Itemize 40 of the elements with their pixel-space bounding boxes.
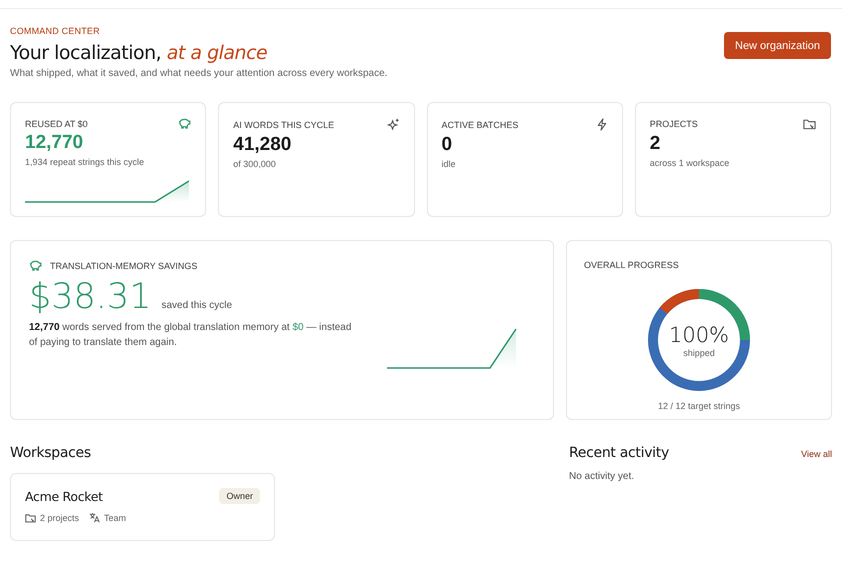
lightning-icon bbox=[596, 118, 608, 131]
folder-icon bbox=[25, 512, 36, 522]
translate-icon bbox=[89, 512, 100, 523]
stat-value: 41,280 bbox=[233, 134, 292, 156]
stat-caption: across 1 workspace bbox=[650, 158, 730, 168]
piggy-bank-icon bbox=[29, 260, 42, 271]
folder-icon bbox=[803, 118, 816, 130]
savings-description: 12,770 words served from the global translation memory at $0 — instead of paying to translate them again. bbox=[29, 321, 352, 350]
workspace-name: Acme Rocket bbox=[25, 488, 103, 504]
stat-value: 12,770 bbox=[25, 132, 84, 154]
progress-label: OVERALL PROGRESS bbox=[584, 260, 680, 270]
stat-label: AI WORDS THIS CYCLE bbox=[233, 120, 334, 130]
new-organization-button[interactable]: New organization bbox=[724, 32, 831, 59]
stat-label: PROJECTS bbox=[650, 119, 698, 129]
role-badge: Owner bbox=[219, 488, 260, 504]
sparkle-icon bbox=[386, 118, 400, 131]
savings-amount: $38.31 bbox=[29, 277, 152, 317]
workspace-card[interactable]: Acme Rocket Owner 2 projects Team bbox=[10, 473, 275, 541]
piggy-bank-icon bbox=[178, 118, 192, 129]
eyebrow-label: COMMAND CENTER bbox=[10, 26, 101, 36]
stat-value: 0 bbox=[442, 134, 454, 156]
stat-value: 2 bbox=[650, 133, 662, 155]
progress-percent-caption: shipped bbox=[683, 348, 715, 358]
savings-label: TRANSLATION-MEMORY SAVINGS bbox=[50, 260, 198, 270]
workspaces-heading: Workspaces bbox=[10, 445, 92, 461]
empty-activity-text: No activity yet. bbox=[569, 471, 636, 482]
stat-label: REUSED AT $0 bbox=[25, 118, 88, 128]
progress-caption: 12 / 12 target strings bbox=[656, 401, 742, 411]
page-title: Your localization, at a glance bbox=[10, 42, 268, 64]
activity-heading: Recent activity bbox=[569, 445, 669, 461]
view-all-link[interactable]: View all bbox=[801, 449, 832, 459]
workspace-plan: Team bbox=[104, 512, 126, 522]
stat-caption: idle bbox=[442, 159, 457, 169]
savings-amount-caption: saved this cycle bbox=[161, 300, 232, 311]
page-subtitle: What shipped, what it saved, and what needs your attention across every workspace. bbox=[10, 68, 388, 79]
progress-percent: 100% bbox=[668, 322, 730, 346]
workspace-projects: 2 projects bbox=[40, 512, 80, 522]
stat-caption: 1,934 repeat strings this cycle bbox=[25, 157, 146, 167]
stat-caption: of 300,000 bbox=[233, 159, 277, 169]
stat-label: ACTIVE BATCHES bbox=[442, 120, 518, 130]
